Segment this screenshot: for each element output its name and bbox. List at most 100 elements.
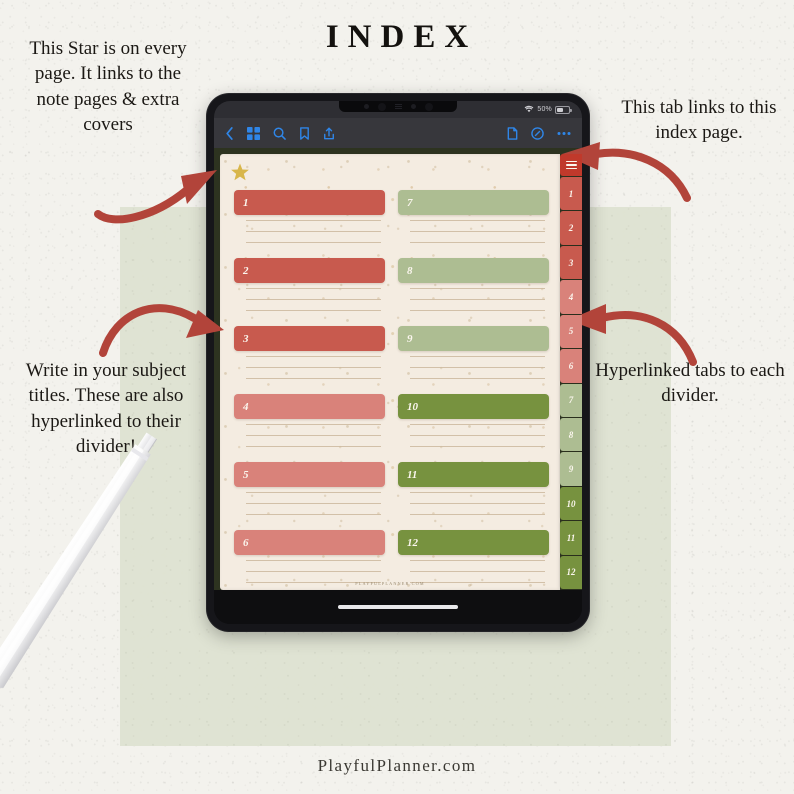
index-entry: 8 — [398, 258, 549, 321]
write-line[interactable] — [246, 446, 381, 447]
subject-write-lines[interactable] — [234, 487, 385, 515]
index-entry: 11 — [398, 462, 549, 525]
write-line[interactable] — [246, 367, 381, 368]
write-line[interactable] — [410, 288, 545, 289]
back-chevron-icon[interactable] — [225, 126, 234, 140]
index-entry: 10 — [398, 394, 549, 457]
subject-write-lines[interactable] — [398, 487, 549, 515]
subject-card-5[interactable]: 5 — [234, 462, 385, 487]
subject-write-lines[interactable] — [398, 215, 549, 243]
subject-write-lines[interactable] — [398, 419, 549, 447]
write-line[interactable] — [246, 310, 381, 311]
index-entry: 1 — [234, 190, 385, 253]
write-line[interactable] — [246, 378, 381, 379]
subject-card-1[interactable]: 1 — [234, 190, 385, 215]
subject-write-lines[interactable] — [398, 283, 549, 311]
side-tab-3[interactable]: 3 — [560, 245, 582, 280]
more-options-icon[interactable] — [557, 131, 571, 136]
annotation-subjects: Write in your subject titles. These are … — [25, 360, 187, 458]
write-line[interactable] — [410, 435, 545, 436]
side-tab-2[interactable]: 2 — [560, 211, 582, 245]
subject-write-lines[interactable] — [234, 419, 385, 447]
subject-card-7[interactable]: 7 — [398, 190, 549, 215]
write-line[interactable] — [410, 378, 545, 379]
index-column-left: 1 2 3 4 5 6 — [234, 190, 385, 590]
subject-card-3[interactable]: 3 — [234, 326, 385, 351]
subject-write-lines[interactable] — [234, 351, 385, 379]
index-entry: 4 — [234, 394, 385, 457]
app-toolbar — [214, 118, 582, 148]
write-line[interactable] — [246, 424, 381, 425]
search-icon[interactable] — [273, 127, 286, 140]
index-entry: 9 — [398, 326, 549, 389]
battery-fill — [557, 107, 563, 112]
write-line[interactable] — [410, 356, 545, 357]
subject-card-2[interactable]: 2 — [234, 258, 385, 283]
write-line[interactable] — [410, 560, 545, 561]
write-line[interactable] — [410, 514, 545, 515]
bookmark-icon[interactable] — [299, 126, 310, 140]
write-line[interactable] — [246, 492, 381, 493]
subject-card-6[interactable]: 6 — [234, 530, 385, 555]
share-icon[interactable] — [323, 127, 335, 140]
home-indicator[interactable] — [338, 605, 458, 609]
side-tab-7[interactable]: 7 — [560, 383, 582, 417]
write-line[interactable] — [246, 514, 381, 515]
write-line[interactable] — [410, 231, 545, 232]
side-tab-12[interactable]: 12 — [560, 555, 582, 590]
subject-card-9[interactable]: 9 — [398, 326, 549, 351]
arrow-to-side-tabs — [566, 300, 697, 368]
write-line[interactable] — [246, 356, 381, 357]
side-tab-11[interactable]: 11 — [560, 521, 582, 555]
side-tab-strip: 1 2 3 4 5 6 7 8 9 10 11 12 — [560, 154, 582, 590]
edit-pen-icon[interactable] — [531, 126, 544, 140]
write-line[interactable] — [246, 435, 381, 436]
write-line[interactable] — [246, 220, 381, 221]
write-line[interactable] — [410, 299, 545, 300]
side-tab-10[interactable]: 10 — [560, 486, 582, 521]
write-line[interactable] — [410, 310, 545, 311]
subject-write-lines[interactable] — [398, 555, 549, 583]
write-line[interactable] — [246, 242, 381, 243]
side-tab-1[interactable]: 1 — [560, 177, 582, 211]
write-line[interactable] — [246, 231, 381, 232]
wifi-icon — [524, 105, 534, 115]
write-line[interactable] — [246, 288, 381, 289]
side-tab-4[interactable]: 4 — [560, 280, 582, 314]
speaker-grille-icon — [394, 103, 402, 110]
write-line[interactable] — [246, 299, 381, 300]
side-tab-5[interactable]: 5 — [560, 314, 582, 349]
subject-write-lines[interactable] — [234, 555, 385, 583]
index-entry: 7 — [398, 190, 549, 253]
subject-card-11[interactable]: 11 — [398, 462, 549, 487]
side-tab-8[interactable]: 8 — [560, 417, 582, 452]
write-line[interactable] — [410, 571, 545, 572]
planner-footer-brand: PLAYFULPLANNER.COM — [355, 581, 425, 586]
subject-card-12[interactable]: 12 — [398, 530, 549, 555]
star-icon[interactable] — [229, 162, 251, 184]
write-line[interactable] — [246, 571, 381, 572]
write-line[interactable] — [246, 560, 381, 561]
side-tab-6[interactable]: 6 — [560, 349, 582, 383]
subject-write-lines[interactable] — [234, 215, 385, 243]
write-line[interactable] — [410, 492, 545, 493]
toolbar-left-group — [225, 126, 335, 140]
planner-index-page: 123456 7 8 9 10 11 12 PLAYFULPLANNER.COM — [220, 154, 560, 590]
thumbnails-grid-icon[interactable] — [247, 126, 260, 140]
write-line[interactable] — [410, 503, 545, 504]
index-entries-grid: 123456 7 8 9 10 11 12 — [234, 190, 549, 583]
subject-card-10[interactable]: 10 — [398, 394, 549, 419]
subject-write-lines[interactable] — [398, 351, 549, 379]
menu-tab[interactable] — [560, 154, 582, 176]
subject-write-lines[interactable] — [234, 283, 385, 311]
side-tab-9[interactable]: 9 — [560, 452, 582, 486]
write-line[interactable] — [246, 503, 381, 504]
write-line[interactable] — [410, 446, 545, 447]
subject-card-8[interactable]: 8 — [398, 258, 549, 283]
write-line[interactable] — [410, 242, 545, 243]
subject-card-4[interactable]: 4 — [234, 394, 385, 419]
write-line[interactable] — [410, 220, 545, 221]
write-line[interactable] — [410, 367, 545, 368]
write-line[interactable] — [410, 424, 545, 425]
new-page-icon[interactable] — [507, 126, 518, 140]
